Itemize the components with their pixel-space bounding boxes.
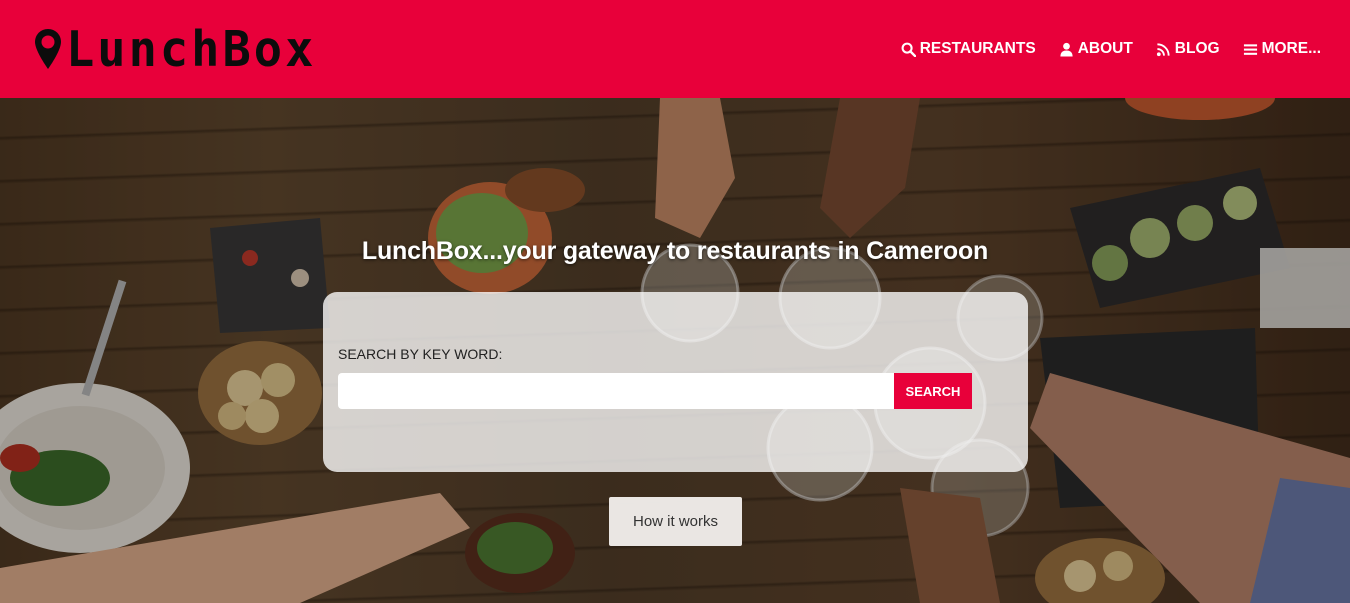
nav-label: ABOUT	[1077, 40, 1133, 57]
nav-label: RESTAURANTS	[919, 40, 1036, 57]
hero-tagline: LunchBox...your gateway to restaurants i…	[361, 237, 989, 265]
site-header: LunchBox RESTAURANTS ABOUT BLOG MORE...	[0, 0, 1350, 98]
brand-logo[interactable]: LunchBox	[34, 20, 317, 78]
brand-name: LunchBox	[66, 20, 317, 78]
nav-item-restaurants[interactable]: RESTAURANTS	[901, 40, 1036, 58]
search-label: SEARCH BY KEY WORD:	[338, 346, 503, 362]
hero-section: LunchBox...your gateway to restaurants i…	[0, 98, 1350, 603]
menu-icon	[1243, 43, 1257, 55]
nav-label: MORE...	[1261, 40, 1321, 57]
how-it-works-button[interactable]: How it works	[609, 497, 742, 546]
nav-item-blog[interactable]: BLOG	[1156, 40, 1220, 58]
nav-item-about[interactable]: ABOUT	[1059, 40, 1133, 58]
main-nav: RESTAURANTS ABOUT BLOG MORE...	[901, 40, 1321, 58]
search-icon	[901, 42, 916, 57]
nav-label: BLOG	[1174, 40, 1220, 57]
search-input[interactable]	[338, 373, 894, 409]
rss-icon	[1156, 42, 1170, 56]
map-pin-icon	[35, 29, 61, 69]
search-panel: SEARCH BY KEY WORD: SEARCH	[323, 292, 1028, 472]
nav-item-more[interactable]: MORE...	[1243, 40, 1321, 58]
search-button[interactable]: SEARCH	[894, 373, 972, 409]
user-icon	[1060, 42, 1073, 57]
